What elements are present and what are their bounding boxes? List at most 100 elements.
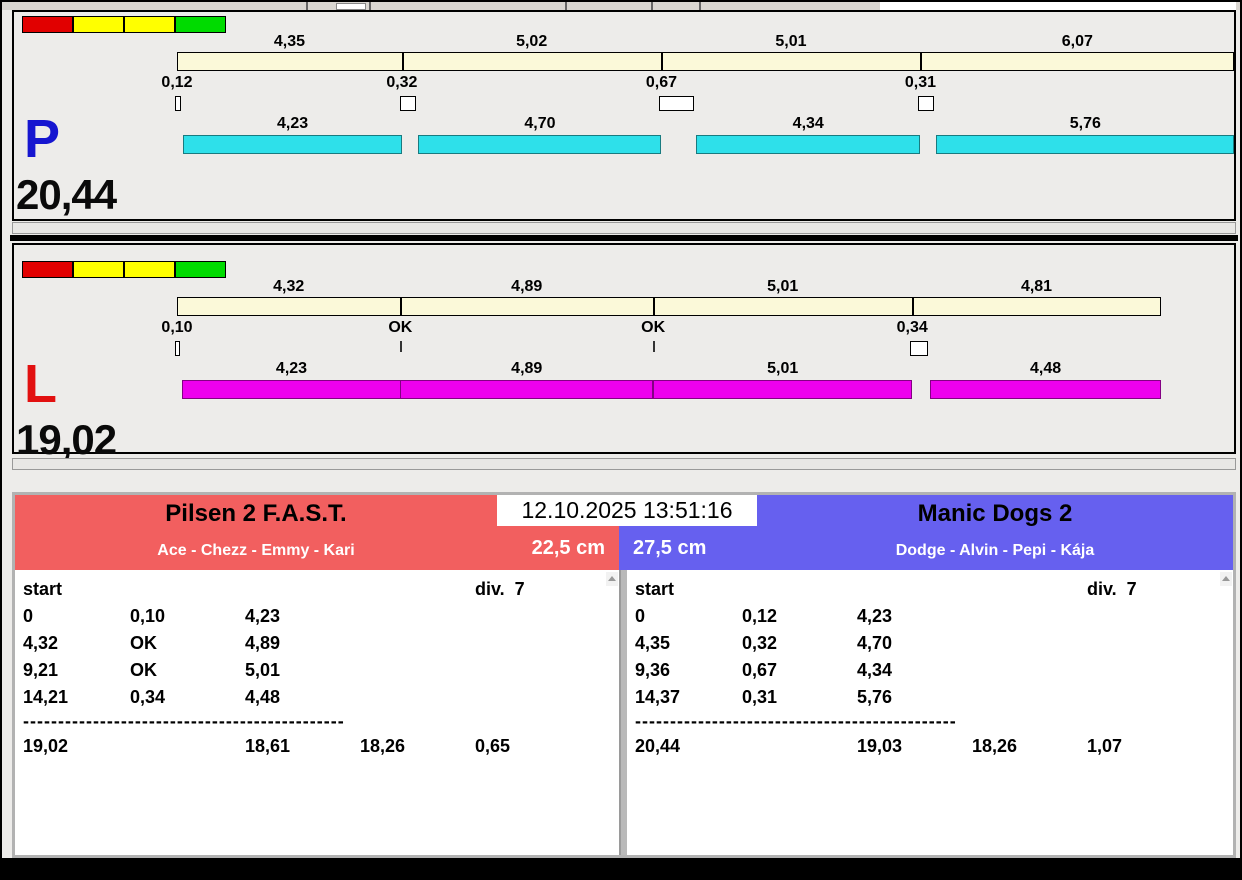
table-cell	[972, 603, 1087, 630]
traffic-light	[124, 261, 175, 278]
table-cell: 9,21	[23, 660, 59, 680]
table-cell: 5,01	[245, 660, 281, 680]
table-cell	[972, 576, 1087, 603]
cross-window-box	[910, 341, 928, 356]
dog-run-bar	[182, 380, 401, 399]
cross-time-label: 0,32	[386, 74, 418, 91]
team-left-dogs: Ace - Chezz - Emmy - Kari	[157, 542, 355, 559]
leg-divider	[653, 297, 656, 316]
table-row: 4,32 OK 4,89	[15, 630, 619, 657]
table-cell	[360, 603, 475, 630]
team-left-name: Pilsen 2 F.A.S.T.	[165, 500, 347, 527]
table-cell: 4,89	[245, 633, 281, 653]
leg-divider	[912, 297, 915, 316]
table-row: 9,21 OK 5,01	[15, 657, 619, 684]
dog-time-label: 4,23	[276, 115, 309, 132]
leg-divider	[400, 297, 403, 316]
leg-bar-track	[177, 297, 1161, 316]
leg-time-label: 5,02	[516, 33, 548, 50]
dog-time-label: 4,70	[524, 115, 556, 132]
table-row: 0 0,10 4,23	[15, 603, 619, 630]
lane-l-footer-strip	[12, 458, 1236, 470]
table-separator: ----------------------------------------…	[635, 711, 957, 731]
table-row: 20,44 19,03 18,26 1,07	[627, 733, 1233, 760]
results-table-left: start div. 7 0 0,10 4,23 4,32 OK 4,89 9,21 OK 5,01…	[15, 570, 621, 855]
table-cell: 0,12	[742, 606, 778, 626]
table-cell: 4,32	[23, 633, 59, 653]
table-row: 0 0,12 4,23	[627, 603, 1233, 630]
table-cell	[475, 684, 619, 711]
table-cell: 0,32	[742, 633, 778, 653]
leg-time-label: 5,01	[775, 33, 807, 50]
scoreboard: Pilsen 2 F.A.S.T. Manic Dogs 2 12.10.202…	[12, 492, 1236, 858]
cross-ok-tick	[653, 341, 656, 352]
table-cell	[857, 576, 972, 603]
table-cell: 0,67	[742, 660, 778, 680]
lane-total: 20,44	[16, 171, 117, 218]
lane-p-footer-strip	[12, 222, 1236, 234]
toolbar-fragment	[651, 2, 653, 10]
leg-time-label: 5,01	[767, 278, 799, 295]
dog-run-bar	[418, 135, 662, 154]
dog-time-label: 4,23	[275, 360, 308, 377]
table-cell	[475, 603, 619, 630]
table-cell: OK	[130, 633, 157, 653]
cross-window-box	[918, 96, 935, 111]
table-cell: div. 7	[1087, 579, 1137, 599]
cross-time-label: 0,12	[161, 74, 193, 91]
table-cell: 18,26	[972, 736, 1018, 756]
table-row: 14,21 0,34 4,48	[15, 684, 619, 711]
table-cell	[742, 733, 857, 760]
table-cell	[130, 733, 245, 760]
cross-time-label: OK	[388, 319, 413, 336]
table-cell: 0,10	[130, 606, 166, 626]
dog-run-bar	[936, 135, 1235, 154]
table-separator: ----------------------------------------…	[23, 711, 345, 731]
table-cell: 4,34	[857, 660, 893, 680]
traffic-light	[73, 16, 124, 33]
cross-time-label: 0,67	[645, 74, 677, 91]
cross-time-label: 0,10	[161, 319, 193, 336]
toolbar-fragment	[880, 2, 1236, 10]
table-cell: 4,23	[245, 606, 281, 626]
cross-window-box	[659, 96, 695, 111]
dog-run-bar	[400, 380, 654, 399]
traffic-light	[22, 261, 73, 278]
leg-time-label: 4,89	[511, 278, 543, 295]
leg-divider	[661, 52, 664, 71]
table-cell	[742, 576, 857, 603]
leg-divider	[401, 52, 404, 71]
toolbar-fragment	[565, 2, 567, 10]
table-cell	[360, 630, 475, 657]
table-cell: 4,35	[635, 633, 671, 653]
table-cell: 4,70	[857, 633, 893, 653]
table-cell	[360, 657, 475, 684]
table-cell: start	[635, 579, 675, 599]
table-cell	[1087, 684, 1233, 711]
table-row: 4,35 0,32 4,70	[627, 630, 1233, 657]
table-cell: 19,02	[23, 736, 69, 756]
team-right-jump-height: 27,5 cm	[633, 537, 707, 559]
team-right-name: Manic Dogs 2	[917, 500, 1073, 527]
table-cell	[360, 684, 475, 711]
table-row: 19,02 18,61 18,26 0,65	[15, 733, 619, 760]
table-cell: 1,07	[1087, 736, 1123, 756]
traffic-light	[124, 16, 175, 33]
table-row: 9,36 0,67 4,34	[627, 657, 1233, 684]
leg-time-label: 6,07	[1061, 33, 1093, 50]
table-cell: div. 7	[475, 579, 525, 599]
table-cell: 0,65	[475, 736, 511, 756]
table-cell	[1087, 630, 1233, 657]
dog-time-label: 4,34	[792, 115, 824, 132]
table-cell: 0,34	[130, 687, 166, 707]
table-cell: 4,48	[245, 687, 281, 707]
table-cell: 18,61	[245, 736, 291, 756]
leg-bar-track	[177, 52, 1235, 71]
toolbar-fragment	[336, 3, 366, 10]
table-cell: start	[23, 579, 63, 599]
table-cell	[1087, 657, 1233, 684]
table-cell: 0,31	[742, 687, 778, 707]
flyball-timing-display: 4,35 0,12 4,23 5,02 0,32 4,70 5,01 0,67 4,34 6,07…	[0, 0, 1242, 880]
traffic-light	[73, 261, 124, 278]
table-cell: 5,76	[857, 687, 893, 707]
